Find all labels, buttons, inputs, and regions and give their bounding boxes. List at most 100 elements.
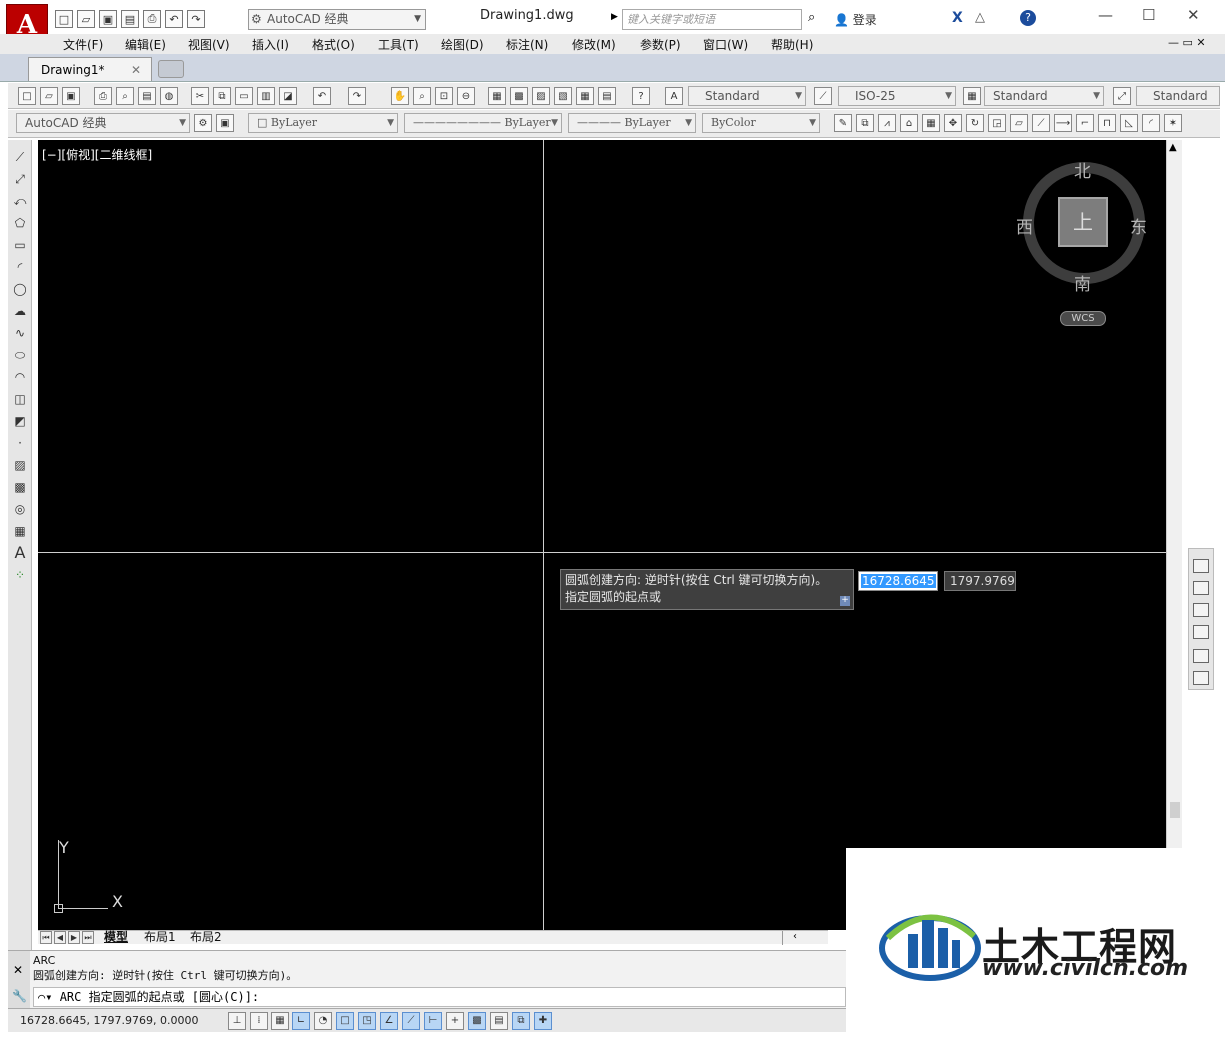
horizontal-scroll-left-icon[interactable]: ‹ [782,931,828,945]
region-icon[interactable]: ◎ [11,500,29,518]
paste-icon[interactable]: ▭ [235,87,253,105]
spline-icon[interactable]: ∿ [11,324,29,342]
prev-layout-icon[interactable]: ◀ [54,931,66,944]
close-button[interactable]: ✕ [1187,6,1200,24]
send-to-back-icon[interactable] [1193,581,1209,595]
stretch-icon[interactable]: ▱ [1010,114,1028,132]
tab-model[interactable]: 模型 [104,931,128,944]
undo-icon[interactable]: ↶ [165,10,183,28]
save-icon[interactable]: ▣ [62,87,80,105]
polar-tracking-icon[interactable]: ◔ [314,1012,332,1030]
tab-layout1[interactable]: 布局1 [144,931,176,944]
properties-icon[interactable]: ▦ [488,87,506,105]
construction-line-icon[interactable]: ⤢ [11,170,29,188]
bring-above-icon[interactable] [1193,603,1209,617]
calculator-icon[interactable]: ▤ [598,87,616,105]
extend-icon[interactable]: ⟶ [1054,114,1072,132]
hatch-icon[interactable]: ▨ [11,456,29,474]
point-icon[interactable]: · [11,434,29,452]
design-center-icon[interactable]: ▩ [510,87,528,105]
binoculars-icon[interactable]: ⌕ [808,10,815,25]
grid-display-icon[interactable]: ▦ [271,1012,289,1030]
menu-parameters[interactable]: 参数(P) [640,36,681,53]
copy-object-icon[interactable]: ⧉ [856,114,874,132]
vertical-scrollbar[interactable]: ▲ [1166,140,1182,930]
last-layout-icon[interactable]: ⏭ [82,931,94,944]
markup-icon[interactable]: ▦ [576,87,594,105]
bring-to-front-icon[interactable] [1193,559,1209,573]
3d-print-icon[interactable]: ◍ [160,87,178,105]
command-line-handle[interactable]: ✕ 🔧 [8,951,30,1009]
fillet-icon[interactable]: ◜ [1142,114,1160,132]
exchange-icon[interactable]: X [952,10,963,26]
undo-icon[interactable]: ↶ [313,87,331,105]
menu-tools[interactable]: 工具(T) [378,36,419,53]
break-icon[interactable]: ⌐ [1076,114,1094,132]
maximize-button[interactable]: ☐ [1142,6,1155,24]
dim-style-dropdown[interactable]: ISO-25 ▼ [838,86,956,106]
compass-north-label[interactable]: 北 [1074,157,1091,182]
gradient-icon[interactable]: ▩ [11,478,29,496]
multileader-style-icon[interactable]: ⤢ [1113,87,1131,105]
doc-window-controls[interactable]: — ▭ ✕ [1168,36,1206,49]
make-block-icon[interactable]: ◩ [11,412,29,430]
multiline-text-icon[interactable]: A [11,544,29,562]
array-icon[interactable]: ▦ [922,114,940,132]
menu-format[interactable]: 格式(O) [312,36,355,53]
match-properties-icon[interactable]: ▥ [257,87,275,105]
compass-south-label[interactable]: 南 [1074,270,1091,295]
mirror-icon[interactable]: ⩘ [878,114,896,132]
open-icon[interactable]: ▱ [40,87,58,105]
3d-object-snap-icon[interactable]: ◳ [358,1012,376,1030]
circle-icon[interactable]: ◯ [11,280,29,298]
tool-palettes-icon[interactable]: ▨ [532,87,550,105]
add-selected-icon[interactable]: ⁘ [11,566,29,584]
object-snap-icon[interactable]: □ [336,1012,354,1030]
copy-icon[interactable]: ⧉ [213,87,231,105]
revision-cloud-icon[interactable]: ☁ [11,302,29,320]
first-layout-icon[interactable]: ⏮ [40,931,52,944]
dynamic-input-x-field[interactable]: 16728.6645 [858,571,938,591]
text-style-dropdown[interactable]: Standard ▼ [688,86,806,106]
help-icon[interactable]: ? [632,87,650,105]
publish-icon[interactable]: ▤ [138,87,156,105]
menu-edit[interactable]: 编辑(E) [125,36,166,53]
pan-icon[interactable]: ✋ [391,87,409,105]
zoom-realtime-icon[interactable]: ⌕ [413,87,431,105]
erase-icon[interactable]: ✎ [834,114,852,132]
annotation-monitor-icon[interactable]: ✚ [534,1012,552,1030]
compass-west-label[interactable]: 西 [1016,213,1033,238]
menu-view[interactable]: 视图(V) [188,36,230,53]
menu-dimension[interactable]: 标注(N) [506,36,548,53]
wcs-menu-button[interactable]: WCS [1060,311,1106,326]
sheet-set-icon[interactable]: ▧ [554,87,572,105]
redo-icon[interactable]: ↷ [187,10,205,28]
zoom-previous-icon[interactable]: ⊖ [457,87,475,105]
menu-modify[interactable]: 修改(M) [572,36,616,53]
block-editor-icon[interactable]: ◪ [279,87,297,105]
drawing-canvas[interactable]: [−][俯视][二维线框] 上 北 南 东 西 WCS 圆弧创建方向: 逆时针(… [38,140,1166,930]
tab-layout2[interactable]: 布局2 [190,931,222,944]
arc-icon[interactable]: ◜ [11,258,29,276]
ortho-mode-icon[interactable]: ∟ [292,1012,310,1030]
scrollbar-thumb[interactable] [1170,802,1180,818]
polyline-icon[interactable]: ⤺ [11,192,29,210]
transparency-icon[interactable]: ▩ [468,1012,486,1030]
insert-block-icon[interactable]: ◫ [11,390,29,408]
viewcube-top-face[interactable]: 上 [1058,197,1108,247]
dynamic-ucs-icon[interactable]: ⟋ [402,1012,420,1030]
move-icon[interactable]: ✥ [944,114,962,132]
customize-icon[interactable]: 🔧 [12,989,27,1003]
menu-window[interactable]: 窗口(W) [703,36,748,53]
coordinate-display[interactable]: 16728.6645, 1797.9769, 0.0000 [20,1014,198,1027]
help-icon[interactable]: ? [1020,10,1036,26]
expand-options-icon[interactable]: + [840,596,850,606]
trim-icon[interactable]: ⟋ [1032,114,1050,132]
ellipse-arc-icon[interactable]: ◠ [11,368,29,386]
close-icon[interactable]: ✕ [13,963,23,977]
plot-icon[interactable]: ⎙ [94,87,112,105]
scale-icon[interactable]: ◲ [988,114,1006,132]
ellipse-icon[interactable]: ⬭ [11,346,29,364]
rectangle-icon[interactable]: ▭ [11,236,29,254]
new-tab-button[interactable] [158,60,184,78]
